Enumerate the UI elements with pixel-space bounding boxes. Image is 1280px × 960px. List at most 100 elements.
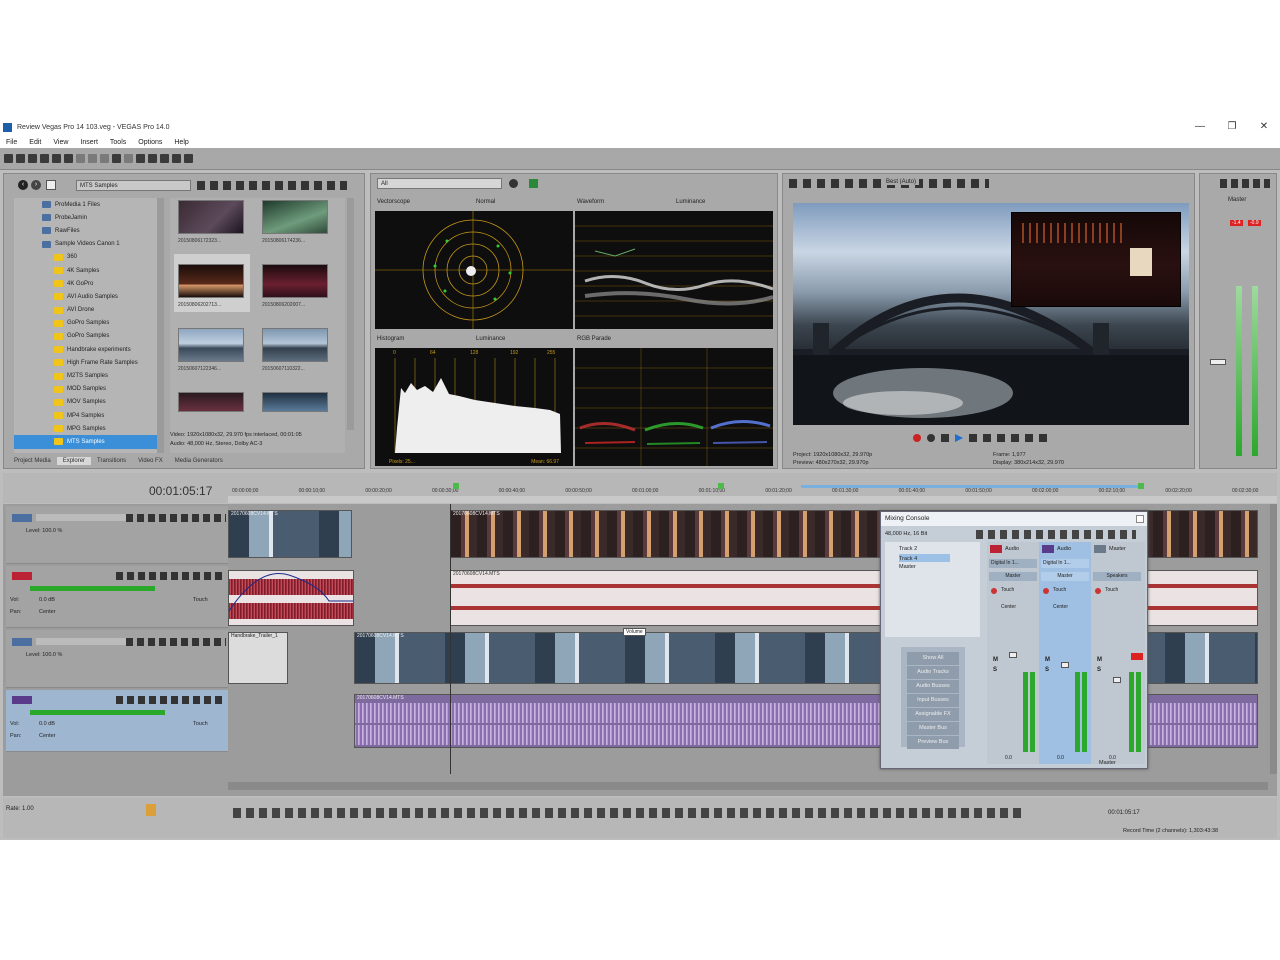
track-buttons[interactable]: [116, 696, 226, 704]
menu-help[interactable]: Help: [168, 139, 194, 146]
tab-transitions[interactable]: Transitions: [91, 457, 132, 465]
mixer-close-icon[interactable]: [1136, 515, 1144, 523]
undo-icon[interactable]: [112, 154, 121, 163]
minimize-button[interactable]: —: [1184, 118, 1216, 136]
folder-tree-item[interactable]: GoPro Samples: [14, 317, 159, 330]
mute-button[interactable]: M: [1097, 657, 1102, 663]
menu-insert[interactable]: Insert: [74, 139, 104, 146]
master-toolbar-icons[interactable]: [1220, 179, 1270, 188]
volume-envelope[interactable]: [229, 571, 354, 626]
go-to-start-icon[interactable]: [997, 434, 1005, 442]
folder-tree-item[interactable]: High Frame Rate Samples: [14, 356, 159, 369]
preview-quality-dropdown[interactable]: Best (Auto): [883, 179, 920, 185]
rate-slider-icon[interactable]: [146, 804, 156, 816]
redo-icon[interactable]: [124, 154, 133, 163]
folder-tree-item[interactable]: 4K GoPro: [14, 277, 159, 290]
folder-tree-item[interactable]: ProMedia 1 Files: [14, 198, 159, 211]
master-fader[interactable]: [1210, 359, 1226, 365]
scope-settings-icon[interactable]: [509, 179, 518, 188]
tree-scrollbar[interactable]: [157, 198, 164, 453]
show-all-button[interactable]: Show All: [907, 652, 959, 665]
loop-region-bar[interactable]: [801, 485, 1141, 488]
timeline-ruler[interactable]: 00:00:00;00 00:00:10;00 00:00:20;00 00:00:3…: [228, 488, 1277, 503]
tab-project-media[interactable]: Project Media: [8, 457, 57, 465]
track-buttons[interactable]: [116, 572, 226, 580]
mixer-toolbar[interactable]: [976, 530, 1136, 539]
vectorscope-mode[interactable]: Normal: [476, 199, 495, 205]
up-folder-icon[interactable]: [46, 180, 56, 190]
timeline-horizontal-scrollbar[interactable]: [228, 782, 1268, 790]
automation-mode[interactable]: Touch: [193, 597, 208, 603]
strip-output[interactable]: Master: [989, 572, 1037, 581]
strip-mode[interactable]: Touch: [1105, 587, 1118, 593]
forward-icon[interactable]: ›: [31, 180, 41, 190]
master-bus-button[interactable]: Master Bus: [907, 722, 959, 735]
track-header-audio-2[interactable]: Vol: 0.0 dB Touch Pan: Center: [6, 566, 228, 628]
arm-record-icon[interactable]: [1043, 588, 1049, 594]
strip-input[interactable]: Digital In 1...: [989, 559, 1037, 568]
ignore-grouping-icon[interactable]: [184, 154, 193, 163]
audio-clip[interactable]: [228, 570, 354, 626]
marker-3[interactable]: [1138, 483, 1144, 489]
waveform-mode[interactable]: Luminance: [676, 199, 705, 205]
tab-media-generators[interactable]: Media Generators: [169, 457, 229, 465]
update-scopes-icon[interactable]: [529, 179, 538, 188]
stop-icon[interactable]: [983, 434, 991, 442]
mute-button[interactable]: M: [1045, 657, 1050, 663]
solo-button[interactable]: S: [1097, 667, 1101, 673]
playhead-cursor[interactable]: [450, 504, 451, 774]
new-icon[interactable]: [4, 154, 13, 163]
folder-tree-item[interactable]: AVI Audio Samples: [14, 290, 159, 303]
cut-icon[interactable]: [76, 154, 85, 163]
snap-icon[interactable]: [148, 154, 157, 163]
tab-explorer[interactable]: Explorer: [56, 457, 92, 465]
lock-envelope-icon[interactable]: [172, 154, 181, 163]
menu-options[interactable]: Options: [132, 139, 168, 146]
trim-icon[interactable]: [136, 154, 145, 163]
folder-tree-item[interactable]: MOV Samples: [14, 396, 159, 409]
render-icon[interactable]: [52, 154, 61, 163]
next-frame-icon[interactable]: [1039, 434, 1047, 442]
track-buttons[interactable]: [126, 514, 226, 522]
thumbnail-5[interactable]: [178, 328, 244, 362]
thumbnail-2[interactable]: [262, 200, 328, 234]
paste-icon[interactable]: [100, 154, 109, 163]
tree-master[interactable]: Master: [885, 562, 980, 570]
tab-video-fx[interactable]: Video FX: [132, 457, 169, 465]
strip-fader[interactable]: [1009, 652, 1017, 658]
copy-icon[interactable]: [88, 154, 97, 163]
save-icon[interactable]: [28, 154, 37, 163]
folder-tree-item[interactable]: GoPro Samples: [14, 330, 159, 343]
folder-tree-item[interactable]: ProbeJamin: [14, 211, 159, 224]
strip-fader[interactable]: [1113, 677, 1121, 683]
folder-tree-item[interactable]: 360: [14, 251, 159, 264]
arm-record-icon[interactable]: [991, 588, 997, 594]
video-clip[interactable]: 20170608CV14.MTS: [228, 510, 352, 558]
loop-icon[interactable]: [927, 434, 935, 442]
strip-output[interactable]: Master: [1041, 572, 1089, 581]
preview-bus-button[interactable]: Preview Bus: [907, 736, 959, 749]
save-as-icon[interactable]: [40, 154, 49, 163]
track-name-field[interactable]: [36, 638, 126, 645]
track-header-audio-4[interactable]: Vol: 0.0 dB Touch Pan: Center: [6, 690, 228, 752]
menu-view[interactable]: View: [47, 139, 74, 146]
menu-edit[interactable]: Edit: [23, 139, 47, 146]
thumbnail-1[interactable]: [178, 200, 244, 234]
input-busses-button[interactable]: Input Busses: [907, 694, 959, 707]
thumbnail-4[interactable]: [262, 264, 328, 298]
folder-tree-item[interactable]: MP4 Samples: [14, 409, 159, 422]
folder-tree-item[interactable]: MPG Samples: [14, 422, 159, 435]
maximize-button[interactable]: ❐: [1216, 118, 1248, 136]
tree-track-2[interactable]: Track 2: [885, 542, 980, 552]
explorer-path-field[interactable]: MTS Samples: [76, 180, 191, 191]
autoripple-icon[interactable]: [160, 154, 169, 163]
timeline-vertical-scrollbar[interactable]: [1270, 504, 1277, 774]
solo-button[interactable]: S: [1045, 667, 1049, 673]
play-icon[interactable]: [955, 434, 963, 442]
track-buttons[interactable]: [126, 638, 226, 646]
track-header-video-1[interactable]: Level: 100.0 %: [6, 506, 228, 564]
close-button[interactable]: ✕: [1248, 118, 1280, 136]
menu-file[interactable]: File: [0, 139, 23, 146]
folder-tree-item[interactable]: Sample Videos Canon 1: [14, 238, 159, 251]
track-name-field[interactable]: [36, 514, 126, 521]
